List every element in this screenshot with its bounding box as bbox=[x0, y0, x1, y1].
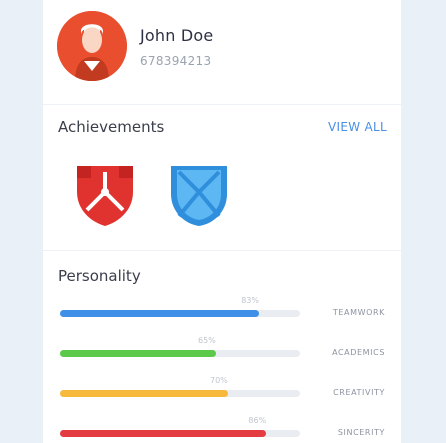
trait-progress-fill bbox=[60, 390, 228, 397]
trait-progress-bar bbox=[60, 390, 300, 397]
trait-row-academics: 65% ACADEMICS bbox=[43, 336, 401, 366]
trait-progress-fill bbox=[60, 430, 267, 437]
trait-percent-label: 70% bbox=[210, 376, 228, 385]
user-phone: 678394213 bbox=[140, 54, 212, 68]
avatar-person-icon bbox=[57, 11, 127, 81]
trait-label: TEAMWORK bbox=[332, 308, 385, 317]
trait-percent-label: 65% bbox=[198, 336, 216, 345]
trait-progress-fill bbox=[60, 350, 216, 357]
trait-row-teamwork: 83% TEAMWORK bbox=[43, 296, 401, 326]
section-divider bbox=[43, 250, 401, 251]
blue-shield-badge-icon[interactable] bbox=[167, 162, 231, 228]
trait-label: SINCERITY bbox=[337, 428, 385, 437]
profile-card: John Doe 678394213 Achievements VIEW ALL… bbox=[43, 0, 401, 443]
trait-label: CREATIVITY bbox=[333, 388, 385, 397]
avatar[interactable] bbox=[57, 11, 127, 81]
trait-row-creativity: 70% CREATIVITY bbox=[43, 376, 401, 406]
trait-row-sincerity: 86% SINCERITY bbox=[43, 416, 401, 443]
trait-progress-fill bbox=[60, 310, 260, 317]
user-name: John Doe bbox=[140, 26, 214, 45]
trait-percent-label: 86% bbox=[248, 416, 267, 425]
achievements-title: Achievements bbox=[58, 118, 165, 136]
personality-title: Personality bbox=[58, 267, 141, 285]
trait-label: ACADEMICS bbox=[332, 348, 385, 357]
trait-progress-bar bbox=[60, 430, 300, 437]
blue-badge-graphic bbox=[171, 166, 227, 226]
red-badge-graphic bbox=[77, 166, 133, 226]
trait-progress-bar bbox=[60, 350, 300, 357]
trait-progress-bar bbox=[60, 310, 300, 317]
view-all-link[interactable]: VIEW ALL bbox=[328, 120, 387, 134]
red-shield-badge-icon[interactable] bbox=[73, 162, 137, 228]
profile-header: John Doe 678394213 bbox=[43, 0, 401, 105]
trait-percent-label: 83% bbox=[241, 296, 259, 305]
